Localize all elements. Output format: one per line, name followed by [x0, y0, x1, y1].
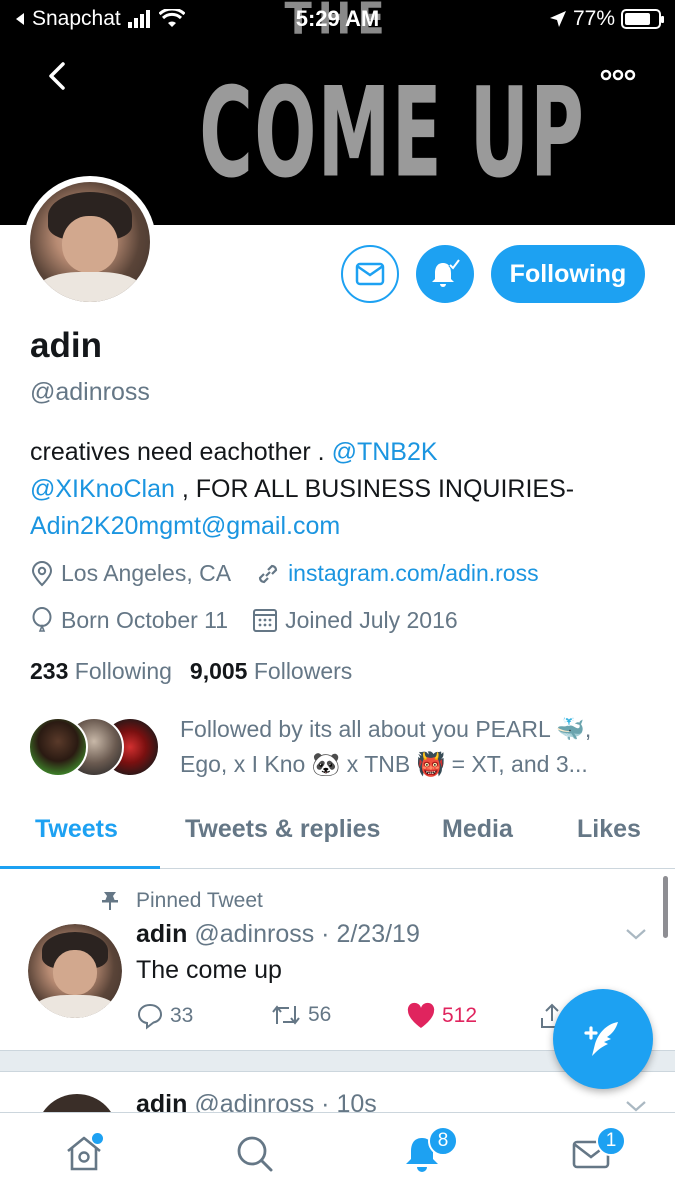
notifications-badge: 8	[428, 1126, 458, 1156]
search-icon	[237, 1136, 273, 1172]
tweet-author: adin	[136, 920, 188, 948]
join-date: Joined July 2016	[252, 607, 458, 634]
chevron-left-icon	[49, 62, 65, 90]
location: Los Angeles, CA	[30, 560, 231, 587]
mention-link[interactable]: @XIKnoClan	[30, 475, 175, 503]
nav-search[interactable]	[232, 1131, 276, 1175]
following-label: Following	[74, 658, 172, 684]
retweet-button[interactable]: 56	[270, 1002, 331, 1028]
email-link[interactable]: Adin2K20mgmt@gmail.com	[30, 512, 340, 540]
active-tab-indicator	[0, 866, 160, 869]
home-new-indicator	[92, 1133, 103, 1144]
status-bar: Snapchat 5:29 AM 77%	[0, 0, 675, 40]
tweet-avatar[interactable]	[36, 1094, 118, 1112]
reply-button[interactable]: 33	[136, 1002, 193, 1030]
mention-link[interactable]: @TNB2K	[332, 438, 438, 466]
avatar-photo	[30, 182, 150, 302]
tweet-author: adin	[136, 1090, 188, 1112]
profile-avatar[interactable]	[24, 176, 156, 308]
bell-check-icon	[432, 258, 461, 287]
retweet-count: 56	[308, 1003, 332, 1026]
follow-counts: 233 Following 9,005 Followers	[30, 658, 352, 685]
notifications-toggle-button[interactable]	[416, 245, 474, 303]
heart-icon	[407, 1002, 435, 1028]
location-arrow-icon	[549, 11, 566, 27]
chevron-down-icon[interactable]	[624, 924, 648, 944]
tweet-text: The come up	[136, 956, 282, 984]
followers-count[interactable]: 9,005 Followers	[190, 658, 352, 685]
back-button[interactable]	[38, 56, 78, 96]
battery-percent: 77%	[572, 7, 615, 30]
battery-icon	[621, 9, 664, 29]
envelope-icon	[355, 262, 385, 286]
tweet-header: adin @adinross · 10s	[136, 1090, 377, 1112]
nav-messages[interactable]: 1	[570, 1126, 626, 1175]
bio-text: creatives need eachother .	[30, 438, 332, 466]
location-text: Los Angeles, CA	[61, 560, 232, 586]
birthday: Born October 11	[30, 606, 228, 634]
profile-meta-row-2: Born October 11 Joined July 2016	[30, 606, 482, 634]
location-pin-icon	[31, 560, 53, 586]
scrollbar[interactable]	[663, 876, 668, 938]
compose-tweet-button[interactable]	[553, 989, 653, 1089]
nav-notifications[interactable]: 8	[400, 1126, 458, 1175]
website[interactable]: instagram.com/adin.ross	[255, 560, 539, 587]
reply-count: 33	[170, 1004, 194, 1027]
tweet-actions: 33 56 512	[136, 1002, 576, 1034]
following-number: 233	[30, 658, 69, 684]
more-dots-icon	[600, 69, 636, 81]
messages-badge: 1	[596, 1126, 626, 1156]
pin-icon	[102, 892, 118, 910]
like-button[interactable]: 512	[406, 1002, 477, 1030]
link-icon	[258, 564, 278, 583]
profile-tabs: Tweets Tweets & replies Media Likes	[0, 805, 675, 869]
balloon-icon	[32, 607, 52, 632]
battery-fill	[625, 13, 650, 25]
bottom-tab-bar: 8 1	[0, 1112, 675, 1200]
chevron-down-icon[interactable]	[624, 1096, 648, 1112]
tab-tweets[interactable]: Tweets	[35, 815, 118, 844]
birthday-text: Born October 11	[61, 606, 229, 633]
following-count[interactable]: 233 Following	[30, 658, 172, 685]
status-right: 77%	[549, 7, 664, 31]
followers-number: 9,005	[189, 658, 248, 684]
pinned-label: Pinned Tweet	[100, 889, 263, 913]
profile-handle: @adinross	[30, 378, 150, 406]
banner-title: COME UP	[199, 59, 586, 205]
joined-text: Joined July 2016	[285, 606, 458, 633]
tweet-handle-date: @adinross · 10s	[194, 1090, 377, 1112]
calendar-icon	[253, 609, 278, 632]
following-button[interactable]: Following	[491, 245, 645, 303]
pinned-text: Pinned Tweet	[136, 889, 263, 912]
profile-name: adin	[30, 326, 102, 365]
followers-label: Followers	[253, 658, 353, 684]
tab-media[interactable]: Media	[442, 815, 513, 844]
tweet-handle-date: @adinross · 2/23/19	[194, 920, 420, 948]
website-link[interactable]: instagram.com/adin.ross	[288, 560, 539, 587]
tweet-avatar[interactable]	[28, 924, 122, 1018]
followed-by-avatars[interactable]	[28, 717, 163, 779]
nav-home[interactable]	[62, 1131, 106, 1175]
profile-meta-row-1: Los Angeles, CA instagram.com/adin.ross	[30, 560, 563, 587]
tab-tweets-replies[interactable]: Tweets & replies	[185, 815, 380, 844]
followed-by-text[interactable]: Followed by its all about you PEARL 🐳, E…	[180, 712, 630, 782]
avatar-photo	[28, 924, 122, 1018]
tab-likes[interactable]: Likes	[577, 815, 641, 844]
bio-text: , FOR ALL BUSINESS INQUIRIES-	[174, 475, 575, 503]
message-button[interactable]	[341, 245, 399, 303]
profile-bio: creatives need eachother . @TNB2K @XIKno…	[30, 434, 650, 545]
tweet-header: adin @adinross · 2/23/19	[136, 920, 420, 949]
reply-icon	[137, 1003, 163, 1030]
like-count: 512	[442, 1004, 478, 1027]
compose-feather-icon	[584, 1022, 618, 1056]
avatar	[28, 717, 88, 777]
more-options-button[interactable]	[598, 64, 638, 86]
retweet-icon	[272, 1005, 300, 1025]
